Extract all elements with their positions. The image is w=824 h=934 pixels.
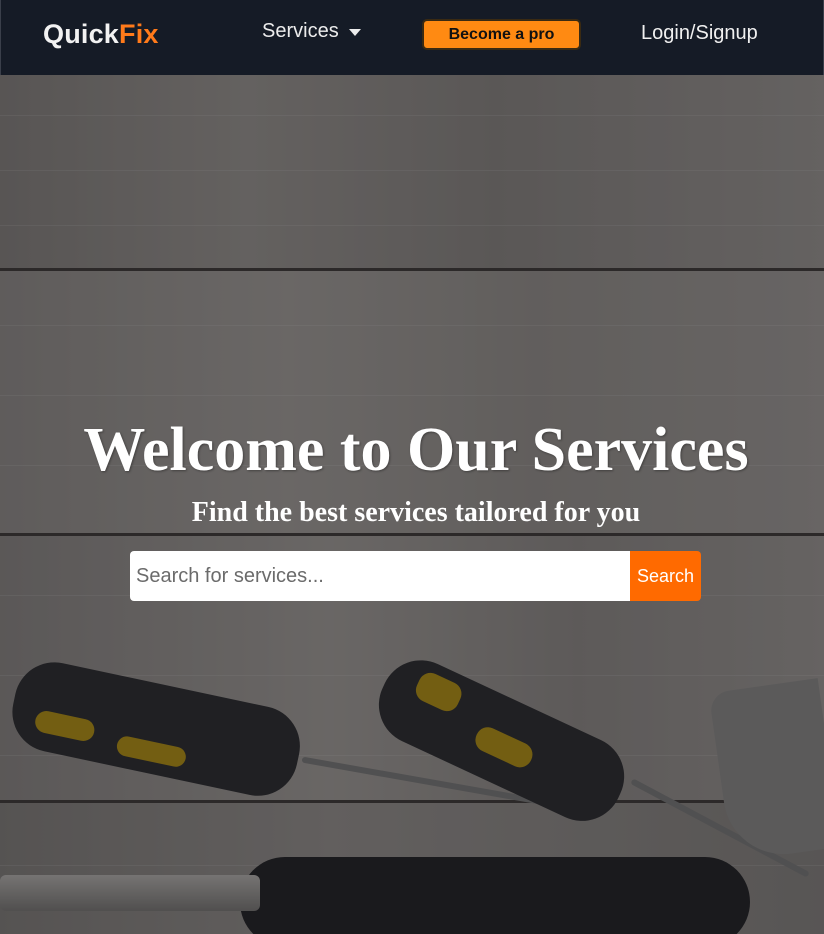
services-label: Services — [262, 19, 339, 42]
hero-title: Welcome to Our Services — [83, 416, 749, 484]
logo-text-quick: Quick — [43, 19, 120, 49]
become-a-pro-button[interactable]: Become a pro — [422, 19, 581, 50]
logo-text-fix: Fix — [119, 19, 159, 49]
search-input[interactable] — [130, 551, 630, 601]
search-button[interactable]: Search — [630, 551, 701, 601]
search-bar: Search — [130, 551, 701, 601]
caret-down-icon — [348, 28, 361, 36]
quickfix-logo[interactable]: QuickFix — [43, 19, 159, 50]
login-signup-link[interactable]: Login/Signup — [641, 22, 758, 45]
hero-section: Welcome to Our Services Find the best se… — [0, 75, 824, 934]
hero-subtitle: Find the best services tailored for you — [191, 497, 641, 528]
services-dropdown[interactable]: Services — [262, 19, 361, 43]
top-navbar: QuickFix Services Become a pro Login/Sig… — [0, 0, 824, 75]
